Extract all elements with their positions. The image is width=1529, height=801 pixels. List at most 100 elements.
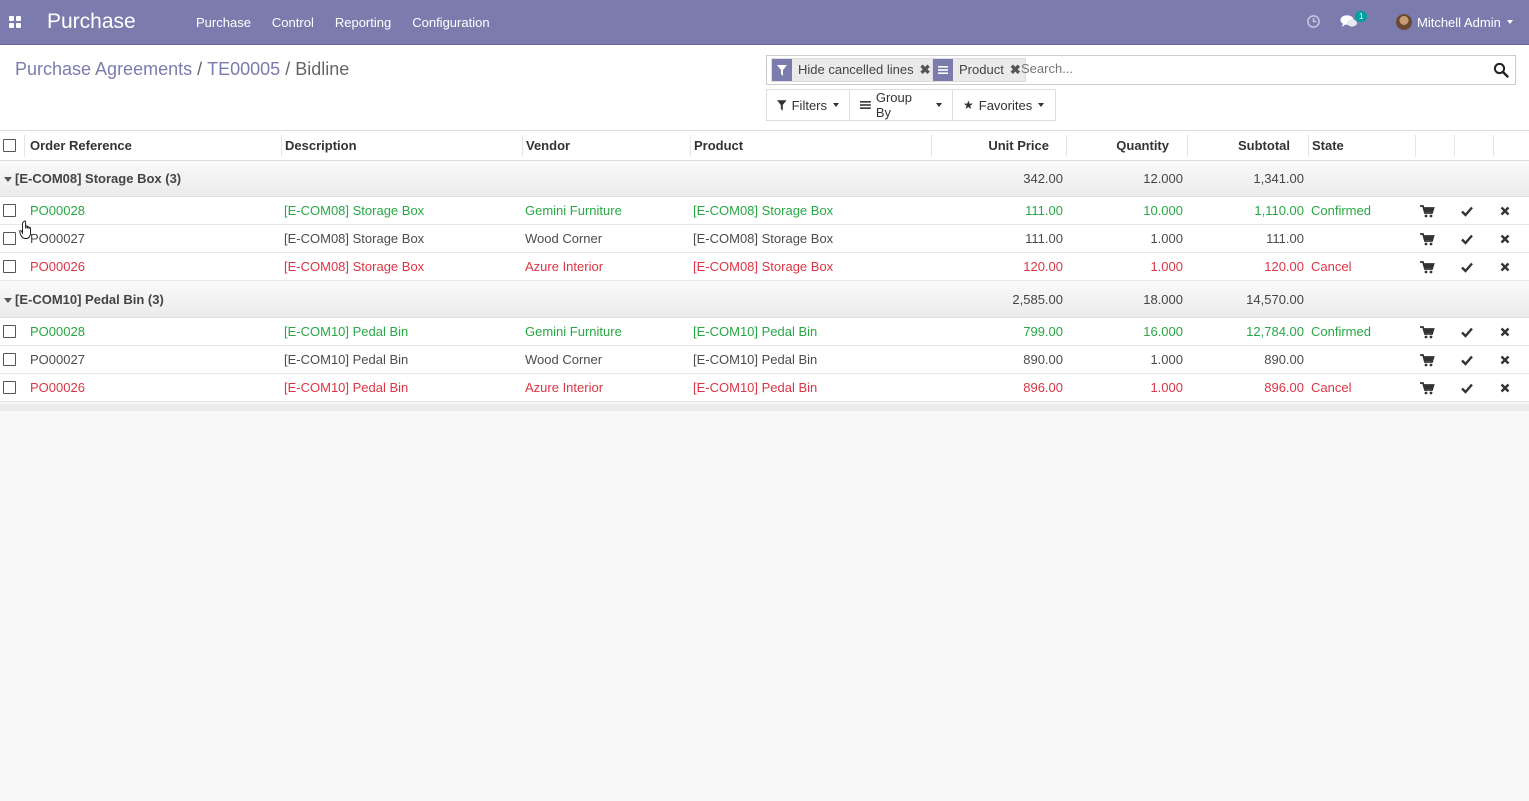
- subtotal: 1,110.00: [1254, 203, 1304, 218]
- user-name: Mitchell Admin: [1417, 14, 1501, 30]
- column-unit-price[interactable]: Unit Price: [935, 131, 1049, 160]
- menu-control[interactable]: Control: [272, 15, 314, 30]
- facet-label: Product: [959, 62, 1004, 77]
- subtotal: 120.00: [1264, 259, 1304, 274]
- search-input[interactable]: [1021, 61, 1481, 76]
- group-row[interactable]: [E-COM08] Storage Box (3) 342.00 12.000 …: [0, 161, 1529, 197]
- table-row[interactable]: PO00027 [E-COM08] Storage Box Wood Corne…: [0, 225, 1529, 253]
- messages-count-badge: 1: [1355, 11, 1368, 22]
- column-product[interactable]: Product: [694, 131, 743, 160]
- close-icon[interactable]: [1497, 259, 1513, 275]
- group-unit-price: 2,585.00: [1012, 292, 1063, 307]
- column-quantity[interactable]: Quantity: [1070, 131, 1169, 160]
- check-icon[interactable]: [1459, 380, 1475, 396]
- subtotal: 12,784.00: [1246, 324, 1304, 339]
- table-row[interactable]: PO00028 [E-COM10] Pedal Bin Gemini Furni…: [0, 318, 1529, 346]
- favorites-button[interactable]: ★ Favorites: [952, 89, 1056, 121]
- close-icon[interactable]: [1497, 231, 1513, 247]
- star-icon: ★: [963, 98, 974, 112]
- row-checkbox[interactable]: [3, 260, 16, 273]
- column-state[interactable]: State: [1312, 131, 1344, 160]
- main-menu: Purchase Control Reporting Configuration: [196, 15, 511, 30]
- group-row[interactable]: [E-COM10] Pedal Bin (3) 2,585.00 18.000 …: [0, 282, 1529, 318]
- hand-cursor-icon: [19, 220, 31, 239]
- quantity: 16.000: [1143, 324, 1183, 339]
- cart-icon[interactable]: [1419, 324, 1435, 340]
- row-checkbox[interactable]: [3, 232, 16, 245]
- user-menu[interactable]: Mitchell Admin: [1396, 14, 1513, 30]
- search-icon[interactable]: [1493, 62, 1509, 78]
- column-vendor[interactable]: Vendor: [526, 131, 570, 160]
- row-checkbox[interactable]: [3, 204, 16, 217]
- menu-configuration[interactable]: Configuration: [412, 15, 489, 30]
- group-by-button[interactable]: Group By: [849, 89, 953, 121]
- cart-icon[interactable]: [1419, 231, 1435, 247]
- unit-price: 890.00: [1023, 352, 1063, 367]
- table-row[interactable]: PO00027 [E-COM10] Pedal Bin Wood Corner …: [0, 346, 1529, 374]
- cart-icon[interactable]: [1419, 203, 1435, 219]
- row-checkbox[interactable]: [3, 381, 16, 394]
- close-icon[interactable]: [1497, 380, 1513, 396]
- quantity: 1.000: [1150, 231, 1183, 246]
- search-facet-group-by: Product ✖: [932, 58, 1026, 82]
- app-name[interactable]: Purchase: [47, 10, 136, 34]
- table-header: Order Reference Description Vendor Produ…: [0, 131, 1529, 161]
- quantity: 1.000: [1150, 259, 1183, 274]
- avatar: [1396, 14, 1412, 30]
- activity-clock-icon[interactable]: [1306, 14, 1321, 29]
- check-icon[interactable]: [1459, 231, 1475, 247]
- unit-price: 896.00: [1023, 380, 1063, 395]
- filters-label: Filters: [791, 97, 827, 113]
- breadcrumb-purchase-agreements[interactable]: Purchase Agreements: [15, 59, 192, 79]
- group-subtotal: 1,341.00: [1253, 171, 1304, 186]
- menu-purchase[interactable]: Purchase: [196, 15, 251, 30]
- group-subtotal: 14,570.00: [1246, 292, 1304, 307]
- cart-icon[interactable]: [1419, 352, 1435, 368]
- apps-menu-icon[interactable]: [9, 16, 21, 28]
- order-reference: PO00026: [30, 380, 85, 395]
- group-unit-price: 342.00: [1023, 171, 1063, 186]
- description: [E-COM08] Storage Box: [284, 203, 425, 218]
- column-subtotal[interactable]: Subtotal: [1191, 131, 1290, 160]
- filters-button[interactable]: Filters: [766, 89, 850, 121]
- order-reference: PO00028: [30, 203, 85, 218]
- search-bar: Hide cancelled lines ✖ Product ✖: [766, 55, 1516, 85]
- vendor: Wood Corner: [525, 352, 603, 367]
- product: [E-COM10] Pedal Bin: [693, 352, 818, 367]
- chevron-down-icon: [936, 103, 942, 107]
- breadcrumb-bidline: Bidline: [295, 59, 350, 79]
- check-icon[interactable]: [1459, 259, 1475, 275]
- cart-icon[interactable]: [1419, 259, 1435, 275]
- breadcrumb-te00005[interactable]: TE00005: [207, 59, 280, 79]
- group-by-icon: [860, 101, 871, 109]
- cart-icon[interactable]: [1419, 380, 1435, 396]
- check-icon[interactable]: [1459, 324, 1475, 340]
- unit-price: 111.00: [1025, 203, 1063, 218]
- close-icon[interactable]: [1497, 324, 1513, 340]
- group-by-icon: [933, 59, 953, 81]
- check-icon[interactable]: [1459, 352, 1475, 368]
- chevron-down-icon: [1506, 20, 1513, 24]
- table-row[interactable]: PO00026 [E-COM10] Pedal Bin Azure Interi…: [0, 374, 1529, 402]
- facet-label: Hide cancelled lines: [798, 62, 914, 77]
- table-row[interactable]: PO00028 [E-COM08] Storage Box Gemini Fur…: [0, 197, 1529, 225]
- caret-down-icon: [4, 298, 12, 303]
- control-panel: Purchase Agreements / TE00005/Bidline Hide…: [0, 45, 1529, 131]
- search-facet-filter: Hide cancelled lines ✖: [771, 58, 936, 82]
- check-icon[interactable]: [1459, 203, 1475, 219]
- description: [E-COM10] Pedal Bin: [284, 352, 409, 367]
- order-reference: PO00028: [30, 324, 85, 339]
- column-description[interactable]: Description: [285, 131, 357, 160]
- state: Cancel: [1311, 259, 1352, 274]
- table-row[interactable]: PO00026 [E-COM08] Storage Box Azure Inte…: [0, 253, 1529, 281]
- description: [E-COM10] Pedal Bin: [284, 380, 409, 395]
- column-order-reference[interactable]: Order Reference: [30, 131, 132, 160]
- row-checkbox[interactable]: [3, 325, 16, 338]
- state: Confirmed: [1311, 324, 1371, 339]
- close-icon[interactable]: [1497, 203, 1513, 219]
- vendor: Gemini Furniture: [525, 324, 622, 339]
- select-all-checkbox[interactable]: [3, 139, 16, 152]
- row-checkbox[interactable]: [3, 353, 16, 366]
- close-icon[interactable]: [1497, 352, 1513, 368]
- menu-reporting[interactable]: Reporting: [335, 15, 391, 30]
